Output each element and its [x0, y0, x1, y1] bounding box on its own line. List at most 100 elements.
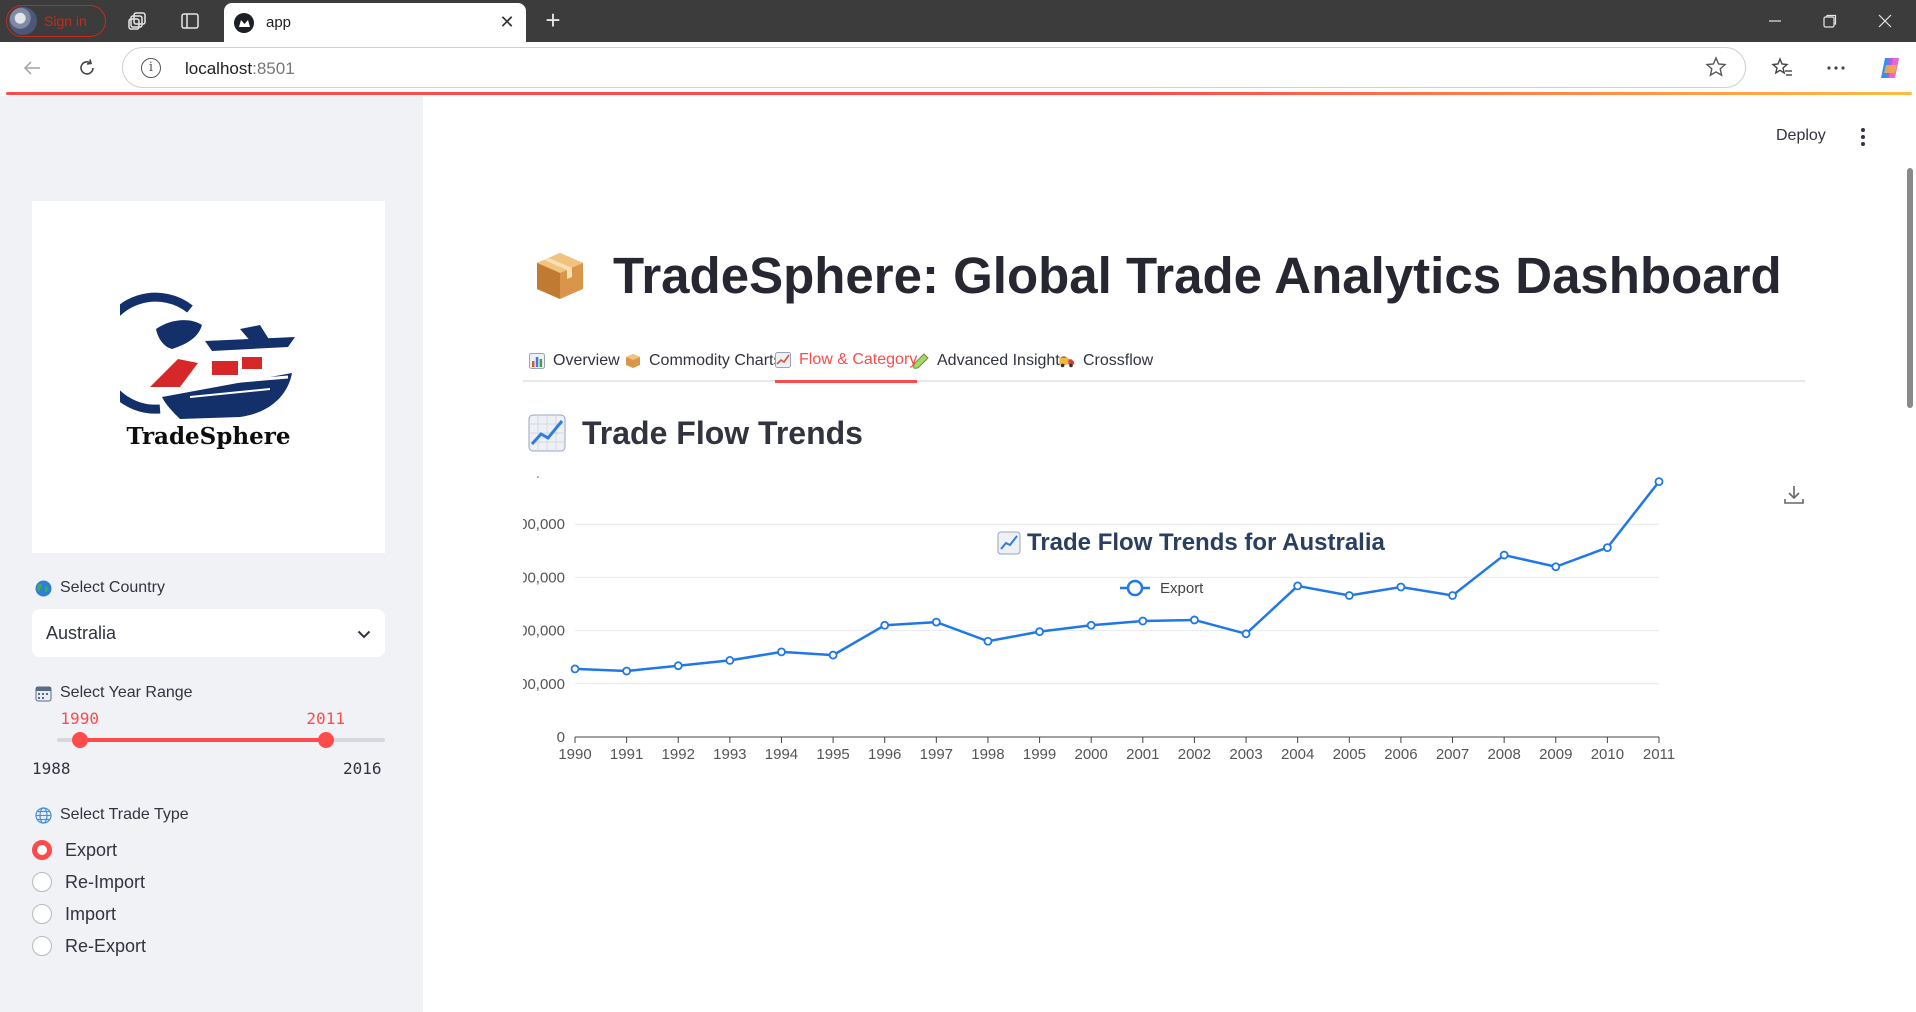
x-tick-label: 2000	[1075, 746, 1108, 763]
radio-re-export[interactable]: Re-Export	[32, 934, 146, 958]
test-tube-icon	[913, 353, 929, 369]
data-point	[828, 650, 838, 660]
section-title: Trade Flow Trends	[528, 414, 863, 452]
data-point	[880, 620, 890, 630]
y-tick-label: 10,000,000,000	[523, 623, 565, 640]
data-point	[983, 636, 993, 646]
browser-tab-app[interactable]: app ✕	[224, 3, 526, 42]
tab-advanced-insights[interactable]: Advanced Insights	[913, 340, 1068, 382]
chevron-down-icon	[357, 623, 371, 644]
y-tick-label: 0	[557, 729, 565, 746]
sign-in-label: Sign in	[44, 13, 87, 29]
y-tick-label: 5,000,000,000	[523, 676, 565, 693]
year-range-fill	[80, 738, 327, 742]
profile-avatar	[9, 7, 37, 35]
radio-label: Re-Import	[65, 871, 146, 892]
sign-in-button[interactable]: Sign in	[6, 5, 106, 37]
package-icon	[537, 252, 583, 299]
country-select[interactable]: Australia	[32, 609, 385, 657]
radio-import[interactable]: Import	[32, 902, 116, 926]
data-point	[931, 617, 941, 627]
streamlit-favicon-icon	[234, 12, 254, 33]
tab-bar: Overview Commodity Charts Flow & Categor…	[523, 340, 1805, 383]
x-tick-label: 1996	[868, 746, 901, 763]
radio-re-import[interactable]: Re-Import	[32, 870, 145, 894]
radio-export[interactable]: Export	[32, 838, 117, 862]
y-tick-label: 20,000,000,000	[523, 516, 565, 533]
logo-text: TradeSphere	[126, 423, 291, 450]
close-icon[interactable]: ✕	[496, 12, 518, 34]
download-icon[interactable]	[1783, 484, 1805, 506]
year-range-low-thumb[interactable]	[72, 732, 89, 748]
year-range-slider[interactable]	[57, 732, 385, 748]
browser-tab-bar: Sign in app ✕ +	[0, 0, 1916, 42]
data-point	[570, 664, 580, 674]
x-tick-label: 2001	[1126, 746, 1159, 763]
trade-type-label: Select Trade Type	[34, 806, 189, 824]
year-range-label: Select Year Range	[34, 684, 193, 702]
tab-actions-icon[interactable]	[178, 9, 202, 33]
tab-overview[interactable]: Overview	[529, 340, 620, 382]
data-point	[1035, 627, 1044, 637]
line-chart-svg: Trade Flow Trends for Australia Export 0 5,…	[461, 463, 1675, 763]
data-point	[1241, 629, 1251, 639]
copilot-icon[interactable]	[1876, 54, 1904, 82]
minimize-icon[interactable]	[1752, 6, 1798, 36]
year-range-min: 1988	[32, 759, 71, 778]
data-point	[777, 647, 786, 657]
radio-dot	[32, 872, 52, 892]
x-tick-label: 2008	[1487, 746, 1520, 763]
data-point	[1138, 616, 1148, 626]
x-tick-label: 1994	[765, 746, 798, 763]
package-icon	[625, 353, 641, 369]
new-tab-icon[interactable]: +	[540, 7, 566, 34]
scrollbar[interactable]	[1907, 168, 1913, 408]
address-bar[interactable]: i localhost:8501	[122, 47, 1746, 88]
back-icon[interactable]	[18, 54, 46, 82]
y-tick-label: 25,000,000,000	[523, 476, 565, 480]
data-point	[1551, 562, 1561, 572]
x-tick-label: 2003	[1229, 746, 1262, 763]
bar-chart-icon	[529, 353, 545, 369]
tab-crossflow[interactable]: Crossflow	[1059, 340, 1153, 382]
x-tick-label: 2004	[1281, 746, 1314, 763]
globe-icon	[34, 579, 52, 597]
trend-chart-icon	[528, 414, 566, 452]
tab-flow-and-category[interactable]: Flow & Category	[775, 340, 918, 383]
x-tick-label: 2010	[1591, 746, 1624, 763]
year-range-high-thumb[interactable]	[318, 732, 335, 748]
x-tick-label: 1999	[1023, 746, 1056, 763]
window-close-icon[interactable]	[1862, 6, 1908, 36]
restore-icon[interactable]	[1807, 6, 1853, 36]
favorite-star-icon[interactable]	[1705, 56, 1729, 80]
year-range-high-value: 2011	[306, 709, 345, 728]
chart-title: Trade Flow Trends for Australia	[1027, 529, 1386, 556]
globe-meridians-icon	[34, 806, 52, 824]
favorites-icon[interactable]	[1768, 54, 1796, 82]
workspaces-icon[interactable]	[126, 9, 150, 33]
x-tick-label: 1992	[662, 746, 695, 763]
data-point	[673, 661, 683, 671]
year-range-max: 2016	[343, 759, 382, 778]
radio-label: Export	[65, 839, 118, 860]
tab-commodity-charts[interactable]: Commodity Charts	[625, 340, 781, 382]
radio-label: Re-Export	[65, 935, 147, 956]
trade-flow-chart: Trade Flow Trends for Australia Export 0 5,…	[461, 463, 1903, 1006]
x-tick-label: 1997	[920, 746, 953, 763]
page-title: TradeSphere: Global Trade Analytics Dash…	[533, 246, 1782, 305]
info-icon[interactable]: i	[141, 58, 161, 78]
data-point	[622, 666, 632, 676]
year-range-low-value: 1990	[60, 709, 99, 728]
reload-icon[interactable]	[73, 54, 101, 82]
country-select-value: Australia	[46, 622, 117, 643]
more-icon[interactable]	[1822, 54, 1850, 82]
data-point	[1190, 615, 1199, 625]
x-tick-label: 2005	[1333, 746, 1366, 763]
radio-label: Import	[65, 903, 117, 924]
sidebar: TradeSphere Select Country Australia Sel…	[0, 96, 423, 1012]
radio-dot	[32, 936, 52, 956]
deploy-button[interactable]: Deploy	[1776, 127, 1826, 145]
main-menu-icon[interactable]	[1853, 126, 1873, 148]
radio-dot	[32, 840, 52, 860]
legend-marker	[1126, 579, 1144, 597]
